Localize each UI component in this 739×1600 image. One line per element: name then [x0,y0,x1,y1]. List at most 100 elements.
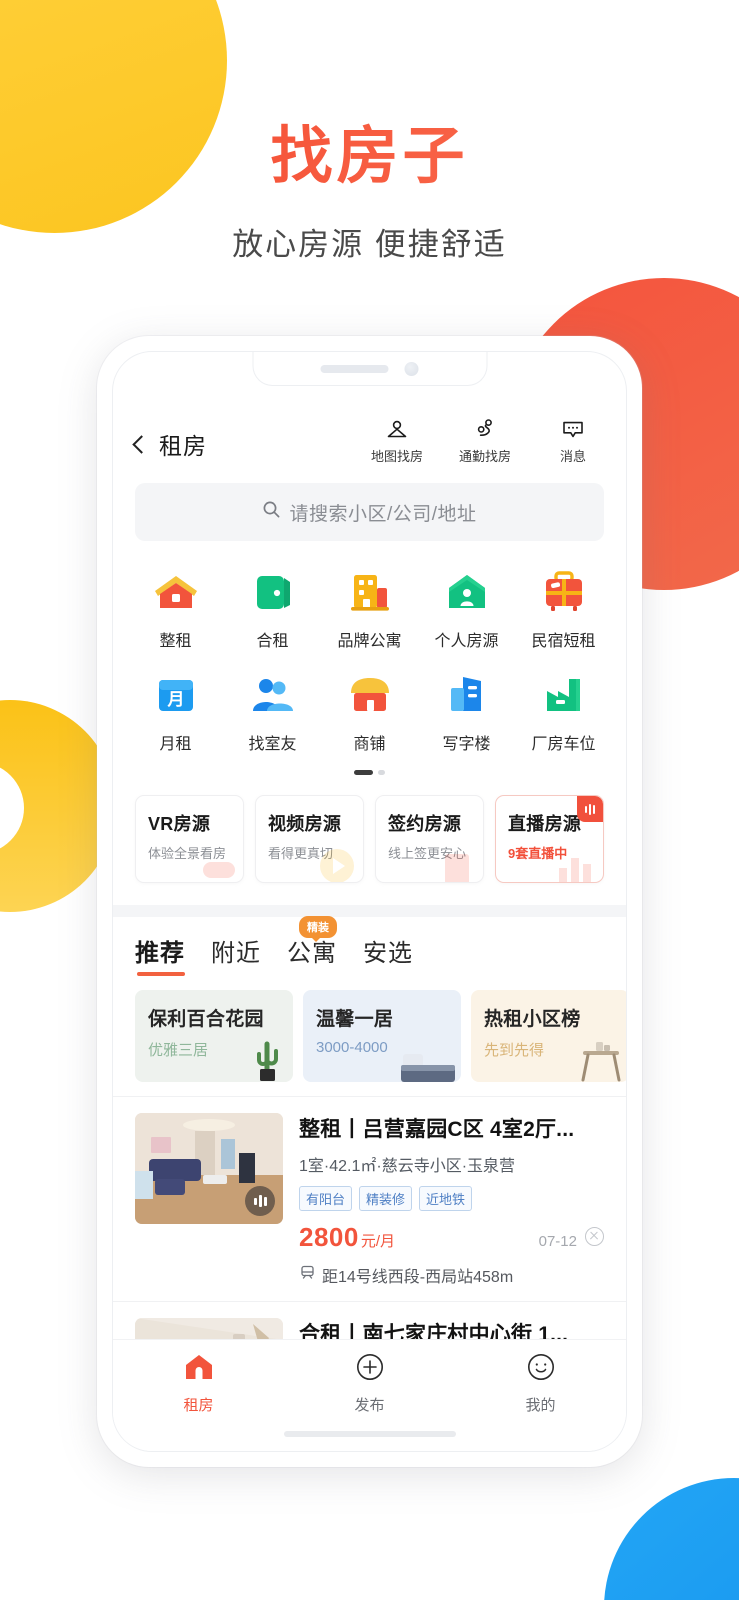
header-action-label: 地图找房 [370,449,423,464]
category-item-hezu[interactable]: 合租 [224,557,321,660]
live-bars-icon [577,796,603,822]
bed-icon [401,1054,455,1082]
category-item-factory-parking[interactable]: 厂房车位 [515,660,612,763]
category-label: 月租 [159,736,192,753]
feature-card-title: 温馨一居 [316,1009,394,1030]
tab-nearby[interactable]: 附近 [211,933,261,978]
category-item-shop[interactable]: 商铺 [321,660,418,763]
pager-dot-active[interactable] [354,770,373,775]
listing-subway-row: 距14号线西段-西局站458m [299,1263,604,1287]
commute-route-icon [472,416,498,442]
category-item-personal-listing[interactable]: 个人房源 [418,557,515,660]
feature-card-hot-communities[interactable]: 热租小区榜 先到先得 [471,990,626,1082]
tab-anxuan[interactable]: 安选 [363,933,413,978]
home-indicator [283,1431,456,1437]
smiley-face-icon [526,1352,556,1387]
nav-item-rent[interactable]: 租房 [113,1352,284,1451]
listing-price: 2800 [299,1222,359,1252]
decor-circle-blue-bottom-right [604,1478,739,1600]
month-calendar-icon: 月 [150,669,202,721]
close-circle-icon[interactable] [585,1227,604,1246]
tab-recommended[interactable]: 推荐 [135,933,185,978]
promo-card-video[interactable]: 视频房源 看得更真切 [255,795,364,883]
category-item-zhengzu[interactable]: 整租 [127,557,224,660]
tab-label: 推荐 [135,940,185,967]
header-action-label: 消息 [559,449,586,464]
subway-icon [299,1264,316,1286]
category-item-monthly-rent[interactable]: 月 月租 [127,660,224,763]
cactus-plant-icon [257,1041,278,1081]
nav-item-profile[interactable]: 我的 [455,1352,626,1451]
play-ghost-art-icon [320,849,354,882]
promo-card-live[interactable]: 直播房源 9套直播中 [495,795,604,883]
live-ghost-art-icon [559,858,591,882]
category-item-find-roommate[interactable]: 找室友 [224,660,321,763]
feature-card-title: 保利百合花园 [148,1009,264,1030]
vr-icon[interactable] [245,1186,275,1216]
feature-card-strip: 保利百合花园 优雅三居 温馨一居 3000-4000 热租小区榜 先到先得 [113,978,626,1082]
plus-circle-icon [355,1352,385,1387]
tab-apartment[interactable]: 精装 公寓 [287,916,337,978]
house-icon [150,566,202,618]
listing-subway-text: 距14号线西段-西局站458m [322,1269,514,1286]
header-actions: 地图找房 通勤找房 消息 [366,416,604,465]
category-label: 商铺 [353,736,386,753]
vr-ghost-art-icon [203,862,235,878]
category-row-1: 整租 合租 品牌公寓 个人房源 民宿短租 [127,557,612,660]
header-action-map-search[interactable]: 地图找房 [366,416,428,465]
promo-card-contract[interactable]: 签约房源 线上签更安心 [375,795,484,883]
listing-meta: 1室·42.1㎡·慈云寺小区·玉泉营 [299,1158,516,1175]
house-person-icon [441,566,493,618]
listing-body: 整租丨吕营嘉园C区 4室2厅... 1室·42.1㎡·慈云寺小区·玉泉营 有阳台… [299,1113,604,1287]
nav-label: 租房 [183,1397,214,1414]
page-title: 找房子 [0,105,739,195]
listing-title: 整租丨吕营嘉园C区 4室2厅... [299,1118,575,1141]
category-label: 民宿短租 [531,633,596,650]
office-tower-icon [441,669,493,721]
category-grid: 整租 合租 品牌公寓 个人房源 民宿短租 月 月租 找室友 商铺 写字楼 厂房车… [113,541,626,775]
listing-tags: 有阳台 精装修 近地铁 [299,1186,604,1211]
search-input[interactable]: 请搜索小区/公司/地址 [135,483,604,541]
nav-label: 发布 [354,1397,385,1414]
side-table-icon [581,1042,621,1082]
listing-item[interactable]: 整租丨吕营嘉园C区 4室2厅... 1室·42.1㎡·慈云寺小区·玉泉营 有阳台… [113,1096,626,1301]
phone-screen: 租房 地图找房 通勤找房 消息 请搜索小区/公司/地址 整租 合租 品牌公寓 个… [112,351,627,1452]
category-item-short-rent[interactable]: 民宿短租 [515,557,612,660]
category-label: 写字楼 [442,736,491,753]
home-icon [184,1352,214,1387]
app-title: 租房 [159,433,207,459]
contract-ghost-art-icon [445,854,469,882]
chevron-left-icon[interactable] [132,434,151,454]
front-camera-icon [404,361,419,376]
search-icon [262,500,281,524]
category-item-brand-apartment[interactable]: 品牌公寓 [321,557,418,660]
apartment-building-icon [344,566,396,618]
promo-card-vr[interactable]: VR房源 体验全景看房 [135,795,244,883]
phone-notch [252,352,487,386]
page-subtitle: 放心房源 便捷舒适 [232,227,507,262]
feature-card-title: 热租小区榜 [484,1009,581,1030]
message-bubble-icon [560,416,586,442]
listing-thumbnail[interactable] [135,1113,283,1224]
screenshot-stage: 找房子 放心房源 便捷舒适 租房 地图找房 通勤找房 消息 请搜索小区/公司/地… [0,0,739,1600]
door-icon [247,566,299,618]
hero-section: 找房子 放心房源 便捷舒适 [0,0,739,264]
feature-card-cozy-studio[interactable]: 温馨一居 3000-4000 [303,990,461,1082]
phone-mockup: 租房 地图找房 通勤找房 消息 请搜索小区/公司/地址 整租 合租 品牌公寓 个… [97,336,642,1467]
header-action-messages[interactable]: 消息 [542,416,604,465]
shop-icon [344,669,396,721]
category-row-2: 月 月租 找室友 商铺 写字楼 厂房车位 [127,660,612,763]
promo-title: VR房源 [148,814,211,834]
category-item-office[interactable]: 写字楼 [418,660,515,763]
header-action-commute-search[interactable]: 通勤找房 [454,416,516,465]
promo-title: 视频房源 [268,814,342,834]
category-label: 个人房源 [434,633,499,650]
listing-tag: 精装修 [359,1186,413,1211]
roommates-icon [247,669,299,721]
promo-card-list: VR房源 体验全景看房 视频房源 看得更真切 签约房源 线上签更安心 直播房源 … [113,775,626,905]
listing-tag: 有阳台 [299,1186,353,1211]
listing-price-unit: 元/月 [360,1233,396,1250]
pager-dot[interactable] [378,770,385,775]
feature-card-baoli[interactable]: 保利百合花园 优雅三居 [135,990,293,1082]
category-label: 厂房车位 [531,736,596,753]
